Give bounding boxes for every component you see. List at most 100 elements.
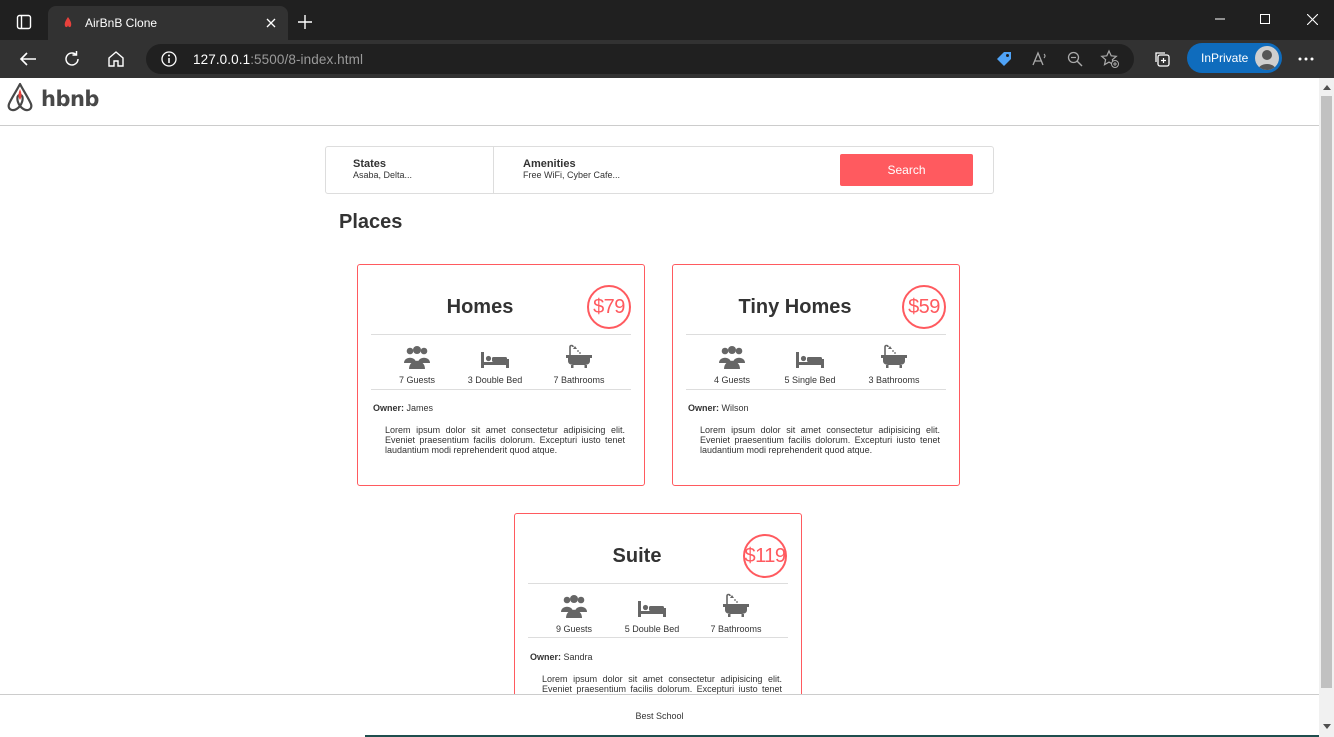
place-info: 7 Guests 3 Double Bed 7 Bathrooms (371, 343, 631, 385)
beds-info: 5 Single Bed (775, 343, 845, 385)
refresh-icon[interactable] (58, 45, 86, 73)
card-divider (528, 637, 788, 638)
scroll-down-icon[interactable] (1319, 719, 1334, 733)
owner-label: Owner: (688, 403, 720, 413)
place-info: 9 Guests 5 Double Bed 7 Bathrooms (528, 592, 788, 634)
tab-title: AirBnB Clone (85, 16, 158, 30)
baths-info: 3 Bathrooms (859, 343, 929, 385)
owner-name: Wilson (721, 403, 749, 413)
shopping-tag-icon[interactable] (994, 49, 1014, 69)
airbnb-logo-icon (5, 81, 35, 118)
place-name: Suite (612, 545, 662, 567)
place-name: Tiny Homes (738, 296, 852, 318)
beds-label: 3 Double Bed (467, 375, 523, 385)
beds-info: 5 Double Bed (617, 592, 687, 634)
place-price: $79 (587, 285, 631, 329)
site-logo[interactable]: hbnb (5, 82, 99, 116)
guests-label: 9 Guests (555, 624, 593, 634)
scrollbar-thumb[interactable] (1321, 96, 1332, 688)
logo-text: hbnb (41, 87, 99, 111)
card-divider (371, 334, 631, 335)
close-window-icon[interactable] (1292, 6, 1332, 32)
bed-icon (795, 343, 825, 369)
place-description: Lorem ipsum dolor sit amet consectetur a… (700, 425, 940, 455)
place-price: $119 (743, 534, 787, 578)
place-owner: Owner: Wilson (688, 403, 749, 413)
place-name: Homes (446, 296, 514, 318)
url-text[interactable]: 127.0.0.1:5500/8-index.html (193, 52, 363, 67)
place-price: $59 (902, 285, 946, 329)
bathtub-icon (564, 343, 594, 369)
owner-label: Owner: (530, 652, 562, 662)
guests-icon (559, 592, 589, 618)
bed-icon (480, 343, 510, 369)
new-tab-icon[interactable] (292, 9, 318, 35)
card-divider (371, 389, 631, 390)
place-card: Tiny Homes $59 4 Guests 5 Single Bed 3 B (672, 264, 960, 486)
guests-info: 7 Guests (388, 343, 446, 385)
bathtub-icon (879, 343, 909, 369)
states-filter[interactable]: States Asaba, Delta... (326, 147, 493, 193)
add-favorite-icon[interactable] (1100, 49, 1120, 69)
place-card: Homes $79 7 Guests 3 Double Bed 7 Bathro (357, 264, 645, 486)
more-options-icon[interactable] (1292, 45, 1320, 73)
zoom-icon[interactable] (1065, 49, 1085, 69)
home-icon[interactable] (102, 45, 130, 73)
bathtub-icon (721, 592, 751, 618)
card-divider (528, 583, 788, 584)
place-description: Lorem ipsum dolor sit amet consectetur a… (385, 425, 625, 455)
footer-text: Best School (635, 711, 684, 721)
guests-icon (717, 343, 747, 369)
place-owner: Owner: James (373, 403, 433, 413)
back-icon[interactable] (14, 45, 42, 73)
beds-label: 5 Single Bed (784, 375, 836, 385)
guests-info: 4 Guests (703, 343, 761, 385)
profile-avatar (1255, 46, 1279, 70)
states-value: Asaba, Delta... (353, 170, 413, 180)
url-host: 127.0.0.1 (193, 52, 251, 67)
baths-label: 7 Bathrooms (553, 375, 605, 385)
card-divider (686, 389, 946, 390)
filters-bar: States Asaba, Delta... Amenities Free Wi… (325, 146, 994, 194)
card-divider (686, 334, 946, 335)
place-info: 4 Guests 5 Single Bed 3 Bathrooms (686, 343, 946, 385)
amenities-title: Amenities (523, 158, 576, 170)
amenities-filter[interactable]: Amenities Free WiFi, Cyber Cafe... (494, 147, 824, 193)
site-footer: Best School (0, 694, 1319, 737)
inprivate-label: InPrivate (1201, 51, 1249, 65)
site-info-icon[interactable] (160, 50, 178, 68)
site-header: hbnb (0, 78, 1319, 126)
collections-icon[interactable] (1148, 45, 1176, 73)
inprivate-button[interactable]: InPrivate (1187, 43, 1282, 73)
owner-name: James (406, 403, 434, 413)
tab-actions-icon[interactable] (8, 8, 40, 36)
beds-label: 5 Double Bed (624, 624, 680, 634)
browser-tab[interactable]: AirBnB Clone (48, 6, 288, 40)
guests-info: 9 Guests (545, 592, 603, 634)
address-bar[interactable]: 127.0.0.1:5500/8-index.html (146, 44, 1134, 74)
airbnb-favicon-icon (60, 15, 76, 31)
amenities-value: Free WiFi, Cyber Cafe... (523, 170, 621, 180)
minimize-icon[interactable] (1200, 6, 1240, 32)
owner-name: Sandra (563, 652, 593, 662)
search-button[interactable]: Search (840, 154, 973, 186)
bed-icon (637, 592, 667, 618)
places-title: Places (339, 211, 403, 233)
url-path: :5500/8-index.html (250, 52, 364, 67)
vertical-scrollbar[interactable] (1319, 78, 1334, 737)
read-aloud-icon[interactable] (1030, 49, 1050, 69)
close-tab-icon[interactable] (262, 14, 280, 32)
baths-label: 7 Bathrooms (710, 624, 762, 634)
baths-info: 7 Bathrooms (701, 592, 771, 634)
states-title: States (353, 158, 387, 170)
baths-info: 7 Bathrooms (544, 343, 614, 385)
owner-label: Owner: (373, 403, 405, 413)
browser-toolbar: 127.0.0.1:5500/8-index.html InPrivate (0, 40, 1334, 78)
guests-label: 4 Guests (713, 375, 751, 385)
guests-icon (402, 343, 432, 369)
maximize-icon[interactable] (1245, 6, 1285, 32)
page-viewport: hbnb States Asaba, Delta... Amenities Fr… (0, 78, 1334, 737)
beds-info: 3 Double Bed (460, 343, 530, 385)
browser-tabbar: AirBnB Clone (0, 0, 1334, 40)
scroll-up-icon[interactable] (1319, 80, 1334, 94)
